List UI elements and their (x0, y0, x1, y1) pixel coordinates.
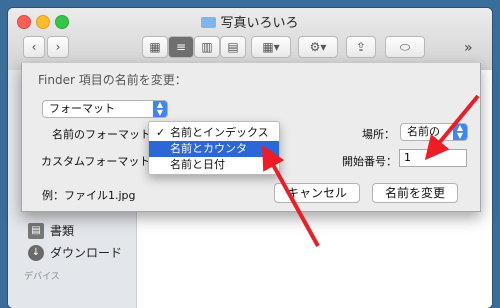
annotation-arrows (262, 94, 480, 247)
annotation-arrow-counter (262, 144, 320, 247)
annotation-arrow-start-number (424, 94, 480, 161)
